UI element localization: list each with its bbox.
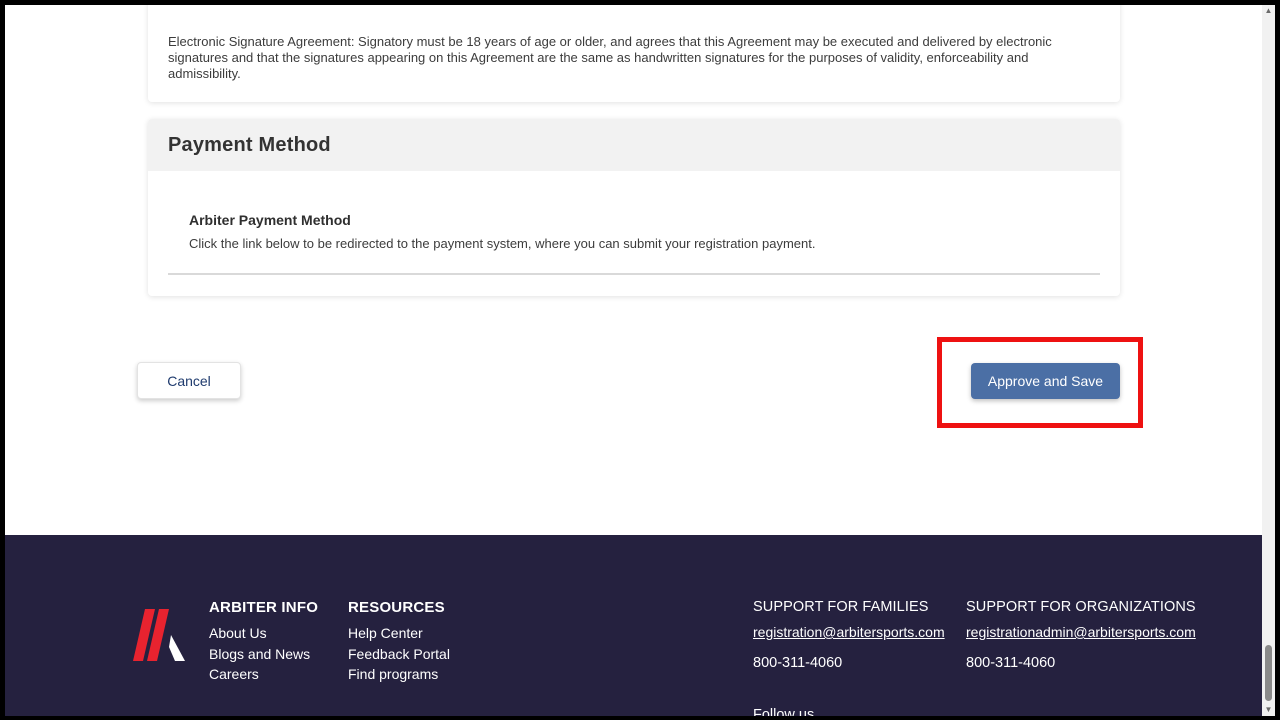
- blogs-and-news-link[interactable]: Blogs and News: [209, 644, 318, 665]
- arbiter-payment-method-heading: Arbiter Payment Method: [189, 212, 351, 228]
- support-families-phone: 800-311-4060: [753, 655, 843, 671]
- arbiter-info-column: ARBITER INFO About Us Blogs and News Car…: [209, 599, 318, 685]
- support-families-heading: SUPPORT FOR FAMILIES: [753, 599, 929, 615]
- payment-method-description: Click the link below to be redirected to…: [189, 236, 816, 251]
- footer: ARBITER INFO About Us Blogs and News Car…: [5, 535, 1262, 716]
- support-organizations-phone: 800-311-4060: [966, 655, 1056, 671]
- about-us-link[interactable]: About Us: [209, 623, 318, 644]
- feedback-portal-link[interactable]: Feedback Portal: [348, 644, 450, 665]
- support-families-email-link[interactable]: registration@arbitersports.com: [753, 624, 945, 640]
- careers-link[interactable]: Careers: [209, 664, 318, 685]
- follow-us-heading: Follow us: [753, 707, 815, 716]
- arbiter-logo-icon[interactable]: [133, 609, 193, 661]
- payment-method-title: Payment Method: [168, 133, 331, 156]
- scroll-thumb[interactable]: [1265, 645, 1272, 701]
- cancel-button[interactable]: Cancel: [137, 362, 241, 399]
- payment-method-card: Payment Method Arbiter Payment Method Cl…: [148, 119, 1120, 296]
- page-viewport: Electronic Signature Agreement: Signator…: [5, 5, 1262, 716]
- highlight-annotation-box: [937, 337, 1143, 428]
- support-families-column: SUPPORT FOR FAMILIES registration@arbite…: [753, 599, 945, 671]
- support-organizations-email-link[interactable]: registrationadmin@arbitersports.com: [966, 624, 1196, 640]
- vertical-scrollbar[interactable]: ▲ ▼: [1262, 5, 1275, 716]
- support-organizations-column: SUPPORT FOR ORGANIZATIONS registrationad…: [966, 599, 1196, 671]
- payment-method-header: Payment Method: [148, 119, 1120, 171]
- help-center-link[interactable]: Help Center: [348, 623, 450, 644]
- resources-column: RESOURCES Help Center Feedback Portal Fi…: [348, 599, 450, 685]
- scroll-up-arrow-icon[interactable]: ▲: [1262, 5, 1275, 17]
- resources-heading: RESOURCES: [348, 599, 445, 616]
- scroll-down-arrow-icon[interactable]: ▼: [1262, 704, 1275, 716]
- find-programs-link[interactable]: Find programs: [348, 664, 450, 685]
- arbiter-info-heading: ARBITER INFO: [209, 599, 319, 616]
- esignature-card: Electronic Signature Agreement: Signator…: [148, 5, 1120, 102]
- esignature-agreement-text: Electronic Signature Agreement: Signator…: [168, 34, 1052, 81]
- support-organizations-heading: SUPPORT FOR ORGANIZATIONS: [966, 599, 1196, 615]
- divider: [168, 273, 1100, 275]
